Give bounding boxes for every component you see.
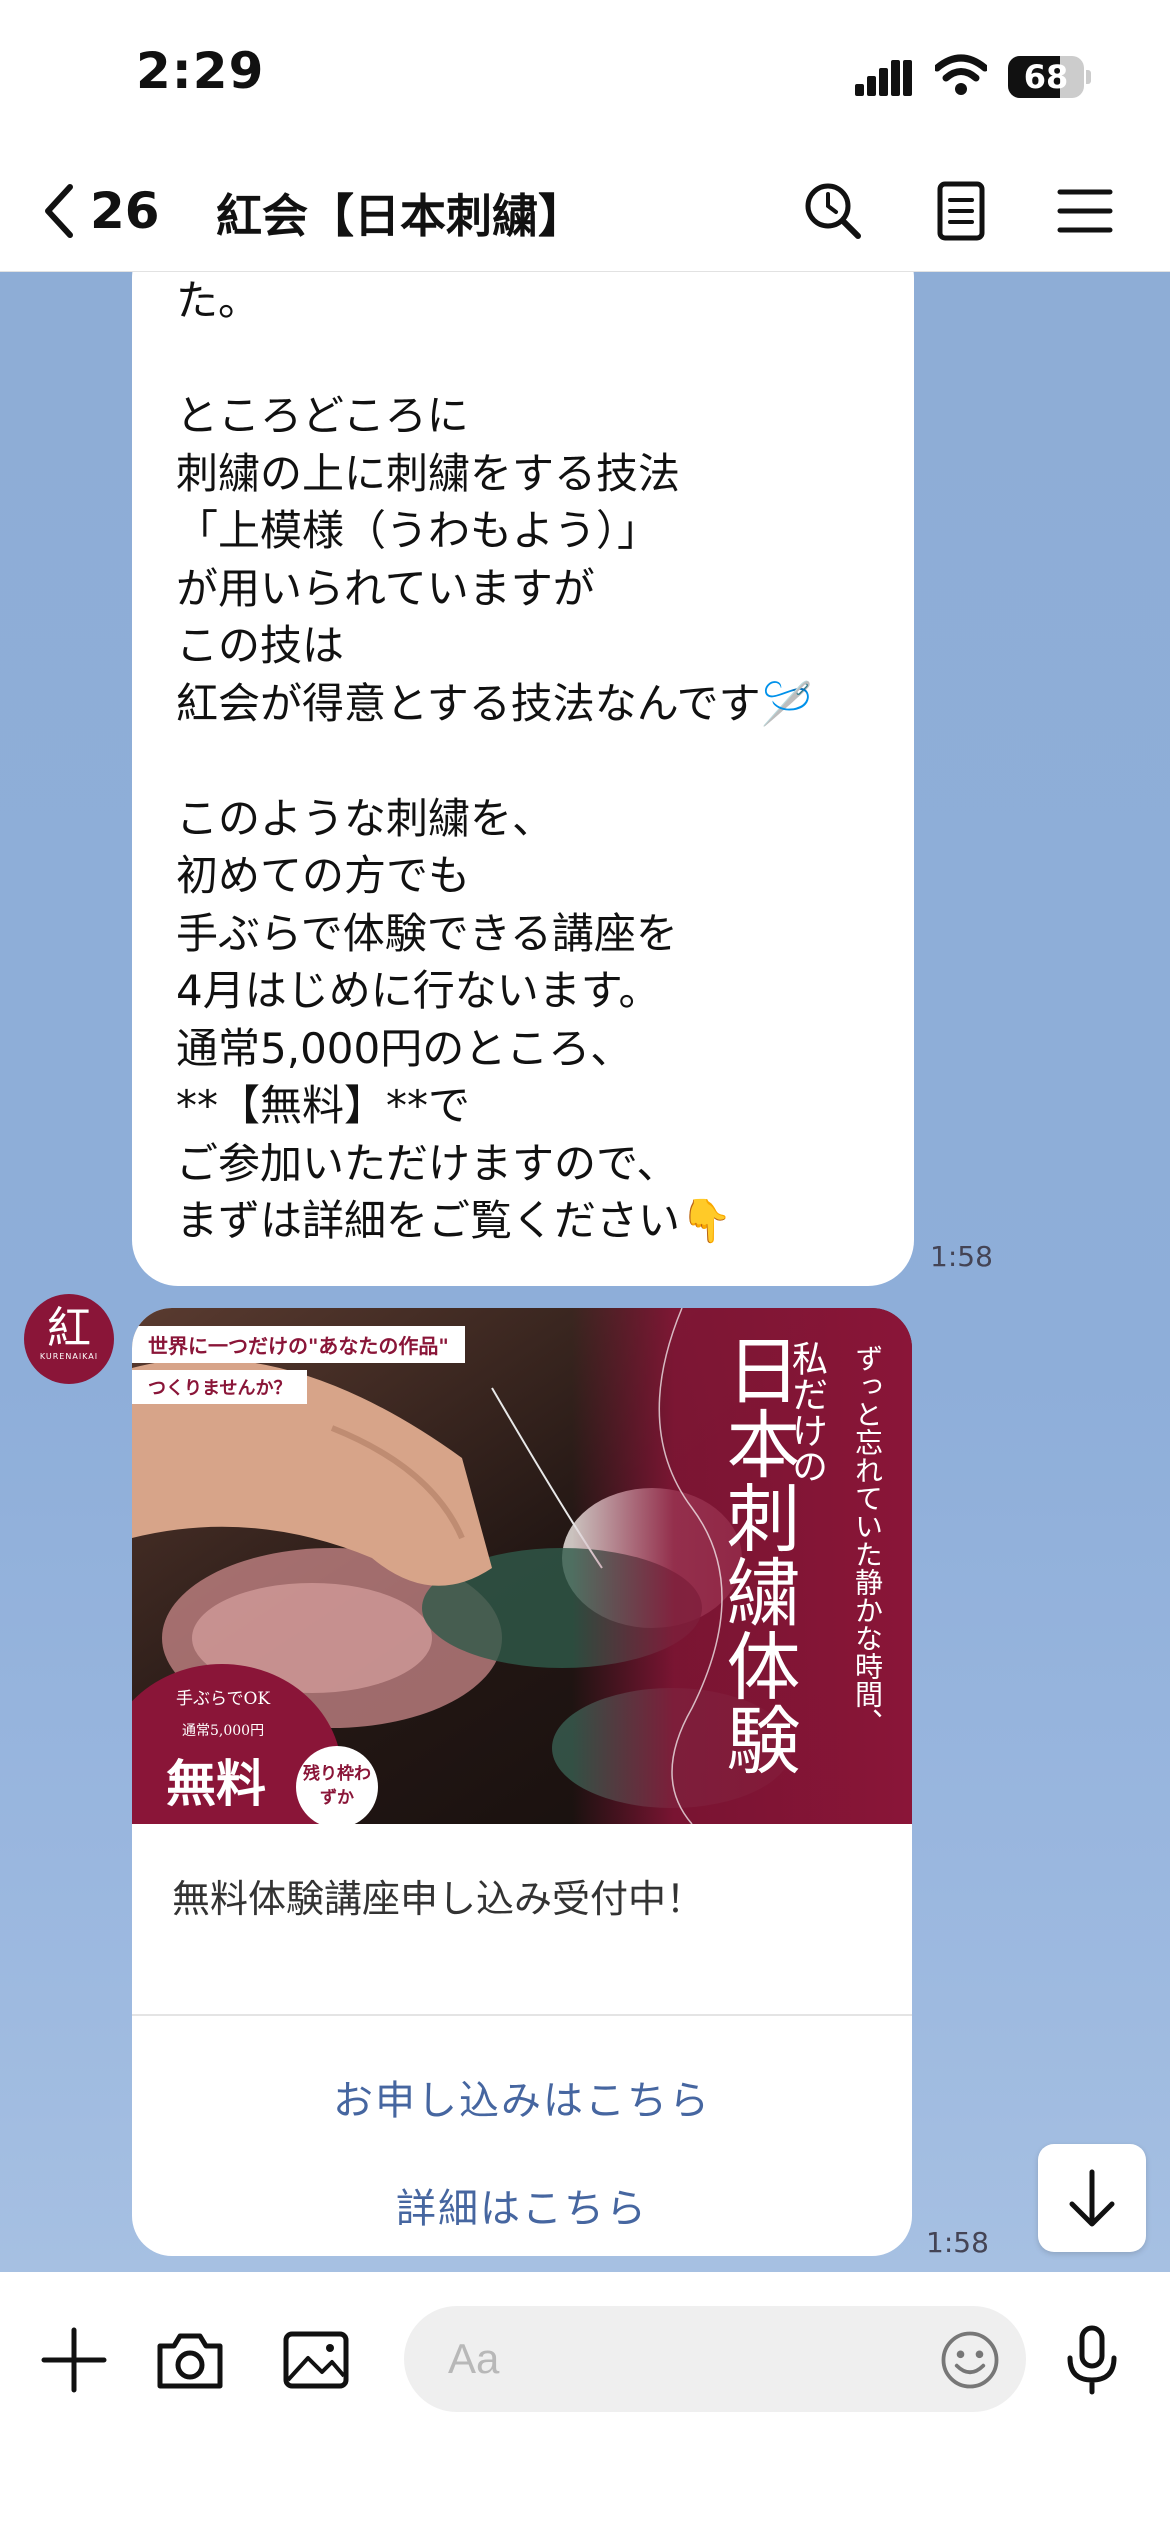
message-line: このような刺繍を、 [176, 793, 555, 843]
message-timestamp: 1:58 [930, 1240, 993, 1273]
plus-icon [41, 2327, 107, 2393]
back-button[interactable]: 26 [40, 178, 160, 244]
card-divider [132, 2014, 912, 2016]
avatar[interactable]: 紅 KURENAIKAI [24, 1294, 114, 1384]
message-input[interactable] [404, 2306, 1026, 2412]
message-line: 初めての方でも [176, 851, 471, 900]
message-line: が用いられていますが [176, 563, 595, 613]
avatar-logo-subtext: KURENAIKAI [39, 1352, 99, 1361]
banner-title: 日本刺繍体験 [714, 1332, 800, 1776]
banner-subtitle: ずっと忘れていた静かな時間、 [851, 1344, 884, 1736]
battery-indicator: 68 [1008, 56, 1091, 98]
message-line: この技は [176, 621, 345, 670]
message-line: ところどころに [176, 391, 469, 440]
free-label: 無料 [166, 1754, 266, 1813]
scroll-to-bottom-button[interactable] [1038, 2144, 1146, 2252]
emoji-button[interactable] [934, 2324, 1006, 2396]
status-time: 2:29 [136, 42, 265, 100]
message-line: ご参加いただけますので、 [176, 1138, 679, 1188]
message-line: 手ぶらで体験できる講座を [176, 908, 678, 958]
chat-area[interactable]: た。ところどころに刺繍の上に刺繍をする技法 「上模様（うわもよう）」 が用いられてい… [0, 272, 1170, 2272]
message-line: まずは詳細をご覧ください👇 [176, 1196, 733, 1245]
message-bubble[interactable]: た。ところどころに刺繍の上に刺繍をする技法 「上模様（うわもよう）」 が用いられてい… [132, 272, 914, 1286]
menu-button[interactable] [1052, 178, 1118, 244]
regular-price: 通常5,000円 [182, 1723, 265, 1739]
wifi-icon [933, 54, 989, 96]
chat-title: 紅会【日本刺繍】 [216, 189, 584, 243]
message-input-bar [0, 2272, 1170, 2532]
search-icon [805, 183, 861, 239]
image-button[interactable] [278, 2322, 354, 2398]
add-button[interactable] [36, 2322, 112, 2398]
battery-level-text: 68 [1023, 58, 1069, 96]
banner-tagline: 世界に一つだけの"あなたの作品" [132, 1326, 465, 1363]
banner-tagline-2: つくりませんか？ [132, 1370, 308, 1404]
menu-icon [1057, 189, 1113, 233]
message-line: 「上模様（うわもよう）」 [176, 506, 660, 555]
camera-button[interactable] [152, 2322, 228, 2398]
search-button[interactable] [800, 178, 866, 244]
cellular-signal-icon [855, 58, 915, 96]
status-bar: 2:29 68 [0, 0, 1170, 150]
message-line: 4月はじめに行ないます。 [176, 966, 661, 1015]
emoji-icon [941, 2331, 999, 2389]
back-chevron-icon [45, 184, 73, 238]
apply-link[interactable]: お申し込みはこちら [132, 2068, 912, 2126]
remaining-slots-badge: 残り枠わずか [296, 1746, 378, 1824]
message-line: た。 [176, 276, 261, 325]
scroll-down-arrow-icon [1069, 2169, 1115, 2227]
free-hint: 手ぶらでOK [176, 1689, 271, 1709]
chat-header: 26 紅会【日本刺繍】 [0, 150, 1170, 272]
rich-message-card: 世界に一つだけの"あなたの作品" つくりませんか？ ずっと忘れていた静かな時間、… [132, 1308, 912, 2256]
message-line: 通常5,000円のところ、 [176, 1023, 633, 1073]
message-line: 紅会が得意とする技法なんです🪡 [176, 678, 813, 728]
voice-button[interactable] [1054, 2322, 1130, 2398]
message-line: **【無料】**で [176, 1081, 471, 1130]
message-text: た。ところどころに刺繍の上に刺繍をする技法 「上模様（うわもよう）」 が用いられてい… [176, 272, 870, 1250]
notes-button[interactable] [928, 178, 994, 244]
details-link[interactable]: 詳細はこちら [132, 2176, 912, 2234]
microphone-icon [1067, 2325, 1117, 2395]
camera-icon [157, 2333, 223, 2389]
card-timestamp: 1:58 [926, 2226, 989, 2259]
card-text: 無料体験講座申し込み受付中！ [172, 1877, 705, 1921]
image-icon [283, 2331, 349, 2389]
banner-image[interactable]: 世界に一つだけの"あなたの作品" つくりませんか？ ずっと忘れていた静かな時間、… [132, 1308, 912, 1824]
message-line: 刺繍の上に刺繍をする技法 [176, 448, 681, 498]
unread-count: 26 [90, 182, 160, 240]
notes-icon [937, 181, 985, 241]
